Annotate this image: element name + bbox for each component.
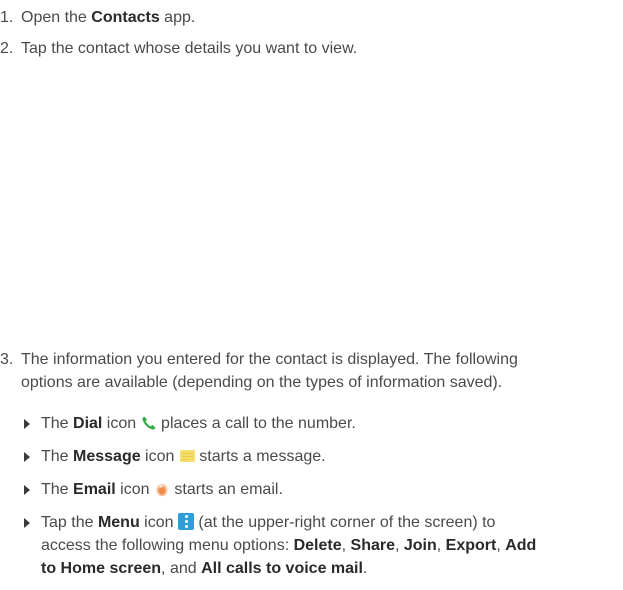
list-item-dial: The Dial icon places a call to the numbe… — [21, 412, 621, 435]
bullet-text: icon — [115, 481, 154, 498]
message-icon — [179, 450, 195, 462]
list-item-menu: Tap the Menu icon (at the upper-right co… — [21, 511, 621, 580]
phone-icon — [142, 416, 156, 430]
option-share: Share — [350, 537, 395, 554]
separator: , and — [161, 560, 202, 577]
step-text: The information you entered for the cont… — [21, 351, 518, 368]
step-text: app. — [159, 9, 196, 26]
email-label: Email — [73, 481, 116, 498]
bullet-triangle-icon — [24, 518, 30, 528]
bullet-text: places a call to the number. — [156, 415, 356, 432]
step-2: 2. Tap the contact whose details you want… — [0, 37, 357, 60]
option-delete: Delete — [293, 537, 342, 554]
option-add-to-home: Add — [505, 537, 537, 554]
menu-label: Menu — [97, 514, 140, 531]
menu-icon — [177, 513, 194, 530]
bullet-text: icon — [102, 415, 141, 432]
bullet-text: (at the upper-right corner of the screen… — [193, 514, 496, 531]
separator: , — [394, 537, 404, 554]
option-add-to-home-cont: to Home screen — [41, 560, 162, 577]
option-join: Join — [403, 537, 437, 554]
message-label: Message — [73, 448, 141, 465]
bullet-text: The — [41, 448, 74, 465]
separator: , — [341, 537, 351, 554]
dial-label: Dial — [73, 415, 103, 432]
list-item-email: The Email icon starts an email. — [21, 478, 621, 501]
bullet-text: The — [41, 415, 74, 432]
bullet-text: starts a message. — [194, 448, 326, 465]
bullet-text: access the following menu options: — [41, 537, 294, 554]
bullet-triangle-icon — [24, 452, 30, 462]
step-number: 2. — [0, 40, 14, 57]
step-text: Tap the contact whose details you want t… — [21, 40, 358, 57]
options-list: The Dial icon places a call to the numbe… — [21, 412, 621, 590]
step-1: 1. Open the Contacts app. — [0, 6, 195, 29]
list-item-message: The Message icon starts a message. — [21, 445, 621, 468]
step-text-continued: options are available (depending on the … — [21, 374, 503, 391]
step-text: Open the — [21, 9, 92, 26]
email-icon — [156, 483, 168, 497]
bullet-text: icon — [139, 514, 178, 531]
option-all-calls-voicemail: All calls to voice mail — [201, 560, 363, 577]
option-export: Export — [445, 537, 497, 554]
contacts-app-name: Contacts — [91, 9, 160, 26]
step-number: 1. — [0, 9, 14, 26]
bullet-text: The — [41, 481, 74, 498]
bullet-triangle-icon — [24, 485, 30, 495]
period: . — [362, 560, 368, 577]
step-3: 3. The information you entered for the co… — [0, 348, 610, 394]
bullet-triangle-icon — [24, 419, 30, 429]
step-number: 3. — [0, 351, 14, 368]
bullet-text: Tap the — [41, 514, 98, 531]
bullet-text: starts an email. — [169, 481, 283, 498]
separator: , — [496, 537, 506, 554]
bullet-text: icon — [140, 448, 179, 465]
separator: , — [436, 537, 446, 554]
